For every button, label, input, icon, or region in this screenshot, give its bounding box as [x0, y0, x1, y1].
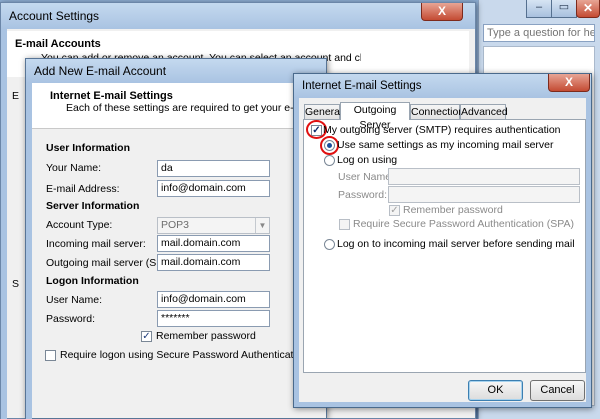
your-name-input[interactable]: da	[157, 160, 270, 177]
account-type-value: POP3	[161, 219, 190, 231]
add-account-title: Add New E-mail Account	[34, 64, 167, 78]
tab-outgoing-server[interactable]: Outgoing Server	[340, 102, 410, 131]
ies-remember-password-checkbox[interactable]: ✓	[389, 205, 400, 216]
cancel-button[interactable]: Cancel	[530, 380, 585, 401]
incoming-server-input[interactable]: mail.domain.com	[157, 235, 270, 252]
ies-subheading: Each of these settings are required to g…	[66, 102, 324, 114]
ies-close-button[interactable]: X	[548, 74, 590, 92]
logon-before-radio[interactable]	[324, 239, 335, 250]
ies-password-input[interactable]	[388, 186, 580, 203]
account-type-select[interactable]: POP3 ▼	[157, 217, 270, 234]
ies-tab-strip: General Outgoing Server Connection Advan…	[304, 102, 590, 131]
account-settings-title: Account Settings	[9, 9, 100, 23]
account-settings-side-frame	[1, 29, 7, 419]
email-address-label: E-mail Address:	[46, 183, 120, 195]
email-accounts-heading: E-mail Accounts	[15, 38, 101, 50]
smtp-auth-label: My outgoing server (SMTP) requires authe…	[323, 124, 561, 136]
password-input[interactable]: *******	[157, 310, 270, 327]
ok-button[interactable]: OK	[468, 380, 523, 401]
add-account-titlebar: Add New E-mail Account	[26, 59, 326, 83]
ies-user-name-input[interactable]	[388, 168, 580, 185]
remember-password-checkbox[interactable]: ✓	[141, 331, 152, 342]
ies-spa-checkbox[interactable]	[339, 219, 350, 230]
ies-user-name-label: User Name:	[338, 171, 395, 183]
user-name-input[interactable]: info@domain.com	[157, 291, 270, 308]
main-close-button[interactable]: ✕	[576, 0, 600, 18]
logon-using-radio[interactable]	[324, 155, 335, 166]
email-address-input[interactable]: info@domain.com	[157, 180, 270, 197]
logon-using-label: Log on using	[337, 154, 398, 166]
ies-titlebar: Internet E-mail Settings	[294, 74, 591, 98]
logon-before-label: Log on to incoming mail server before se…	[337, 238, 575, 250]
minimize-button[interactable]: –	[526, 0, 552, 18]
password-label: Password:	[46, 313, 96, 325]
help-search-input[interactable]	[483, 24, 595, 42]
tab-advanced[interactable]: Advanced	[460, 104, 508, 120]
remember-password-label: Remember password	[156, 330, 256, 342]
tab-connection[interactable]: Connection	[410, 104, 464, 120]
ies-password-label: Password:	[338, 189, 388, 201]
ies-spa-label: Require Secure Password Authentication (…	[353, 218, 575, 230]
ies-bottom-frame	[294, 402, 591, 407]
account-settings-close-button[interactable]: X	[421, 3, 463, 21]
incoming-server-label: Incoming mail server:	[46, 238, 146, 250]
outgoing-server-input[interactable]: mail.domain.com	[157, 254, 270, 271]
your-name-label: Your Name:	[46, 162, 102, 174]
same-settings-label: Use same settings as my incoming mail se…	[337, 139, 554, 151]
user-name-label: User Name:	[46, 294, 103, 306]
restore-button[interactable]: ▭	[551, 0, 577, 18]
ies-title: Internet E-mail Settings	[302, 80, 422, 92]
server-info-title: Server Information	[46, 200, 140, 212]
tab-general[interactable]: General	[304, 104, 342, 120]
spa-checkbox[interactable]	[45, 350, 56, 361]
side-letter-s: S	[12, 278, 20, 290]
ies-remember-password-label: Remember password	[403, 204, 503, 216]
account-settings-titlebar: Account Settings	[1, 3, 475, 29]
chevron-down-icon: ▼	[255, 218, 269, 233]
side-letter-e: E	[12, 90, 20, 102]
account-type-label: Account Type:	[46, 219, 113, 231]
logon-info-title: Logon Information	[46, 275, 139, 287]
add-account-left-frame	[26, 83, 32, 419]
ies-right-frame	[586, 98, 591, 407]
ies-heading: Internet E-mail Settings	[50, 90, 173, 102]
user-info-title: User Information	[46, 142, 131, 154]
ies-left-frame	[294, 98, 299, 407]
